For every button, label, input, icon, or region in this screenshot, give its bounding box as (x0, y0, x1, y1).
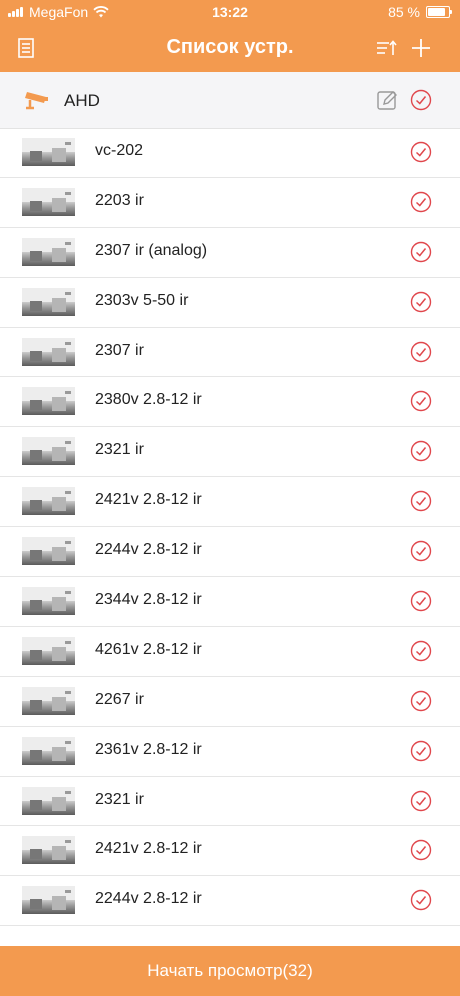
device-name: 2361v 2.8-12 ir (95, 740, 202, 758)
check-circle-icon[interactable] (410, 839, 432, 861)
device-name: vc-202 (95, 142, 144, 159)
device-name: 2203 ir (95, 191, 144, 209)
device-name: 2380v 2.8-12 ir (95, 391, 202, 409)
device-row[interactable]: 2244v 2.8-12 ir (0, 876, 460, 927)
device-group-row[interactable]: AHD (0, 72, 460, 129)
camera-thumbnail (22, 636, 75, 665)
device-row[interactable]: 2344v 2.8-12 ir (0, 577, 460, 627)
device-name: 2321 ir (95, 790, 144, 808)
check-circle-icon[interactable] (410, 191, 432, 213)
camera-thumbnail (22, 786, 75, 815)
device-row[interactable]: 4261v 2.8-12 ir (0, 627, 460, 677)
start-view-button[interactable]: Начать просмотр(32) (0, 946, 460, 996)
device-row[interactable]: 2203 ir (0, 178, 460, 228)
device-row[interactable]: 2380v 2.8-12 ir (0, 377, 460, 428)
camera-thumbnail (22, 138, 75, 166)
device-name: 2303v 5-50 ir (95, 291, 189, 309)
device-row[interactable]: 2244v 2.8-12 ir (0, 527, 460, 578)
camera-thumbnail (22, 836, 75, 865)
camera-thumbnail (22, 237, 75, 266)
app-header: MegaFon 13:22 85 % Список устр. (0, 0, 460, 72)
navigation-bar: Список устр. (0, 24, 460, 72)
device-row[interactable]: vc-202 (0, 128, 460, 178)
device-name: 2307 ir (analog) (95, 241, 208, 259)
sort-icon[interactable] (374, 36, 398, 60)
device-row[interactable]: 2421v 2.8-12 ir (0, 826, 460, 877)
camera-thumbnail (22, 387, 75, 416)
device-name: 2307 ir (95, 341, 144, 359)
check-circle-icon[interactable] (410, 640, 432, 662)
device-name: 4261v 2.8-12 ir (95, 640, 202, 658)
camera-thumbnail (22, 686, 75, 715)
device-row[interactable]: 2361v 2.8-12 ir (0, 727, 460, 777)
device-name: 2421v 2.8-12 ir (95, 840, 202, 858)
camera-thumbnail (22, 437, 75, 466)
plus-icon[interactable] (409, 36, 433, 60)
camera-thumbnail (22, 537, 75, 566)
device-name: 2344v 2.8-12 ir (95, 591, 202, 609)
check-circle-icon[interactable] (410, 141, 432, 163)
device-name: 2244v 2.8-12 ir (95, 541, 202, 559)
device-row[interactable]: 2303v 5-50 ir (0, 278, 460, 328)
check-circle-icon[interactable] (410, 291, 432, 313)
device-row[interactable]: 2421v 2.8-12 ir (0, 477, 460, 528)
group-label: AHD (64, 91, 100, 110)
check-circle-icon[interactable] (410, 490, 432, 512)
device-list: vc-202 2203 ir 2307 ir (analog) 2303v 5-50 … (0, 128, 460, 927)
camera-icon (24, 88, 52, 110)
camera-thumbnail (22, 287, 75, 316)
device-row[interactable]: 2321 ir (0, 427, 460, 478)
status-bar: MegaFon 13:22 85 % (0, 0, 460, 24)
check-circle-icon[interactable] (410, 790, 432, 812)
check-circle-icon[interactable] (410, 440, 432, 462)
device-name: 2421v 2.8-12 ir (95, 491, 202, 509)
check-circle-icon[interactable] (410, 390, 432, 412)
check-circle-icon[interactable] (410, 740, 432, 762)
check-circle-icon[interactable] (410, 540, 432, 562)
check-circle-icon[interactable] (410, 889, 432, 911)
check-circle-icon[interactable] (410, 341, 432, 363)
camera-thumbnail (22, 337, 75, 366)
device-name: 2244v 2.8-12 ir (95, 890, 202, 908)
camera-thumbnail (22, 587, 75, 616)
camera-thumbnail (22, 886, 75, 915)
check-circle-icon[interactable] (410, 89, 432, 111)
check-circle-icon[interactable] (410, 590, 432, 612)
camera-thumbnail (22, 736, 75, 765)
edit-icon[interactable] (376, 89, 398, 111)
device-row[interactable]: 2307 ir (analog) (0, 228, 460, 278)
device-name: 2267 ir (95, 690, 144, 708)
battery-percent: 85 % (388, 4, 420, 20)
check-circle-icon[interactable] (410, 690, 432, 712)
battery-icon (426, 6, 452, 18)
device-row[interactable]: 2307 ir (0, 328, 460, 378)
device-row[interactable]: 2267 ir (0, 677, 460, 727)
device-row[interactable]: 2321 ir (0, 777, 460, 827)
camera-thumbnail (22, 187, 75, 216)
camera-thumbnail (22, 487, 75, 516)
check-circle-icon[interactable] (410, 241, 432, 263)
device-name: 2321 ir (95, 441, 144, 459)
